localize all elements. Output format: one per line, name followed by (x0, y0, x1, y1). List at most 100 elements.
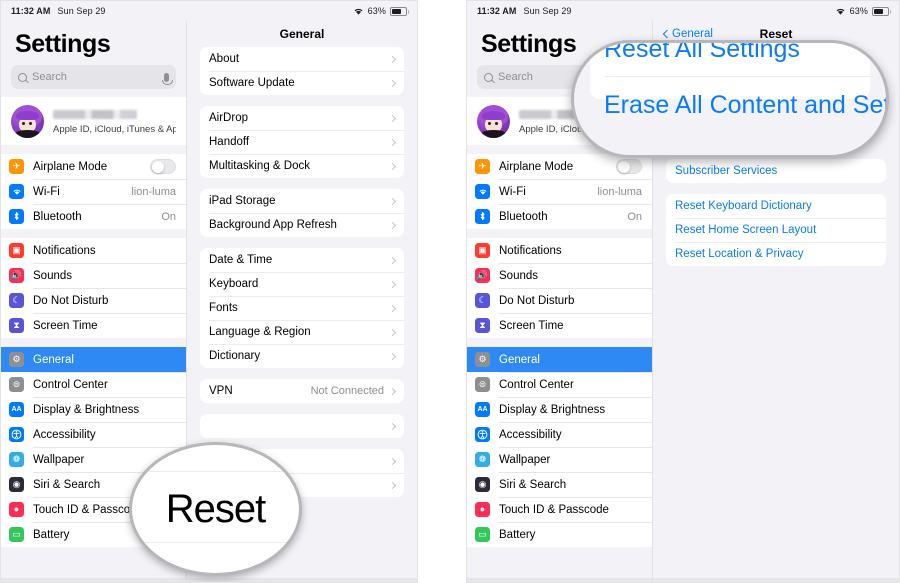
chevron-right-icon (388, 197, 397, 205)
list-item-about[interactable]: About (200, 47, 404, 71)
microphone-icon[interactable] (162, 72, 173, 85)
apple-id-account-row[interactable]: Apple ID, iCloud, iTunes & App St... (1, 97, 186, 145)
list-item-subscriber-services[interactable]: Subscriber Services (666, 159, 886, 183)
sidebar-group: ✈ Airplane Mode Wi-Fi lion-luma Bluetoot… (1, 154, 186, 229)
bluetooth-state-value: On (161, 210, 176, 223)
sidebar-group: ⚙ General ⊜ Control Center AA Display & … (467, 347, 652, 547)
chevron-right-icon (388, 457, 397, 465)
scrollbar[interactable] (187, 578, 417, 582)
sidebar-item-display-brightness[interactable]: AA Display & Brightness (1, 397, 186, 422)
list-item-vpn[interactable]: VPN Not Connected (200, 379, 404, 403)
list-item-label: Language & Region (209, 326, 311, 338)
sidebar-item-display-brightness[interactable]: AA Display & Brightness (467, 397, 652, 422)
sidebar-item-notifications[interactable]: ▣ Notifications (467, 238, 652, 263)
sidebar-item-accessibility[interactable]: Accessibility (1, 422, 186, 447)
list-item-label: Reset Home Screen Layout (675, 224, 817, 236)
sidebar-item-screen-time[interactable]: ⧗ Screen Time (467, 313, 652, 338)
chevron-right-icon (388, 55, 397, 63)
list-item-label: About (209, 53, 240, 65)
status-bar-right: 11:32 AM Sun Sep 29 63% (467, 1, 899, 21)
list-item-language-region[interactable]: Language & Region (200, 320, 404, 344)
list-item-multitasking-dock[interactable]: Multitasking & Dock (200, 154, 404, 178)
sidebar-item-screen-time[interactable]: ⧗ Screen Time (1, 313, 186, 338)
list-item-reset-home-screen-layout[interactable]: Reset Home Screen Layout (666, 218, 886, 242)
sidebar-item-notifications[interactable]: ▣ Notifications (1, 238, 186, 263)
chevron-right-icon (388, 352, 397, 360)
sidebar-item-bluetooth[interactable]: Bluetooth On (467, 204, 652, 229)
sidebar-item-label: Control Center (33, 378, 108, 391)
list-item-label: AirDrop (209, 112, 248, 124)
account-subtitle: Apple ID, iCloud, iTunes & App St... (53, 123, 176, 135)
list-item-airdrop[interactable]: AirDrop (200, 106, 404, 130)
list-item-software-update[interactable]: Software Update (200, 71, 404, 95)
list-item-dictionary[interactable]: Dictionary (200, 344, 404, 368)
sidebar-item-airplane-mode[interactable]: ✈ Airplane Mode (1, 154, 186, 179)
scrollbar[interactable] (653, 578, 899, 582)
sidebar-item-do-not-disturb[interactable]: ☾ Do Not Disturb (1, 288, 186, 313)
chevron-right-icon (388, 481, 397, 489)
sidebar-item-wifi[interactable]: Wi-Fi lion-luma (1, 179, 186, 204)
touch-id-passcode-icon: ● (9, 502, 24, 517)
magnified-erase-all-content[interactable]: Erase All Content and Settings (590, 77, 886, 120)
list-item-obscured[interactable] (200, 414, 404, 438)
sounds-icon: 🔊 (475, 268, 490, 283)
control-center-icon: ⊜ (9, 377, 24, 392)
general-list: About Software Update AirDrop Handoff Mu… (187, 47, 417, 497)
sidebar-item-general[interactable]: ⚙ General (467, 347, 652, 372)
battery-icon (872, 6, 891, 16)
sidebar-item-wifi[interactable]: Wi-Fi lion-luma (467, 179, 652, 204)
list-item-fonts[interactable]: Fonts (200, 296, 404, 320)
screen-time-icon: ⧗ (475, 318, 490, 333)
sidebar-item-accessibility[interactable]: Accessibility (467, 422, 652, 447)
list-item-date-time[interactable]: Date & Time (200, 248, 404, 272)
list-item-reset-location-privacy[interactable]: Reset Location & Privacy (666, 242, 886, 266)
status-date: Sun Sep 29 (57, 6, 106, 16)
sidebar-item-do-not-disturb[interactable]: ☾ Do Not Disturb (467, 288, 652, 313)
search-icon (484, 72, 493, 82)
sidebar-item-label: Wi-Fi (33, 185, 60, 198)
chevron-right-icon (388, 422, 397, 430)
back-button[interactable]: General (662, 28, 713, 40)
status-date: Sun Sep 29 (523, 6, 572, 16)
list-item-label: Dictionary (209, 350, 261, 362)
sidebar-item-siri-search[interactable]: ◉ Siri & Search (467, 472, 652, 497)
search-input[interactable]: Search (11, 65, 176, 89)
list-item-handoff[interactable]: Handoff (200, 130, 404, 154)
status-bar-left: 11:32 AM Sun Sep 29 63% (1, 1, 417, 21)
list-item-ipad-storage[interactable]: iPad Storage (200, 189, 404, 213)
list-item-label: Background App Refresh (209, 219, 337, 231)
ipad-screenshot-right: 11:32 AM Sun Sep 29 63% Settings Search (466, 0, 900, 583)
airplane-icon: ✈ (9, 159, 24, 174)
bluetooth-state-value: On (627, 210, 642, 223)
list-item-reset-keyboard-dictionary[interactable]: Reset Keyboard Dictionary (666, 194, 886, 218)
wifi-network-value: lion-luma (597, 185, 642, 198)
airplane-mode-toggle[interactable] (616, 159, 642, 174)
siri-search-icon: ◉ (475, 477, 490, 492)
magnified-reset-all-settings[interactable]: Reset All Settings (590, 43, 870, 64)
sidebar-item-label: Display & Brightness (33, 403, 140, 416)
chevron-right-icon (388, 304, 397, 312)
sidebar-item-wallpaper[interactable]: ❁ Wallpaper (467, 447, 652, 472)
list-item-keyboard[interactable]: Keyboard (200, 272, 404, 296)
sidebar-item-sounds[interactable]: 🔊 Sounds (467, 263, 652, 288)
sidebar-item-touch-id-passcode[interactable]: ● Touch ID & Passcode (467, 497, 652, 522)
list-group: VPN Not Connected (200, 379, 404, 403)
battery-icon: ▭ (475, 527, 490, 542)
list-item-background-app-refresh[interactable]: Background App Refresh (200, 213, 404, 237)
bluetooth-icon (475, 209, 490, 224)
sidebar-item-label: Siri & Search (499, 478, 567, 491)
sidebar-item-control-center[interactable]: ⊜ Control Center (467, 372, 652, 397)
sidebar-item-battery[interactable]: ▭ Battery (467, 522, 652, 547)
ipad-screenshot-left: 11:32 AM Sun Sep 29 63% Settings Search (0, 0, 418, 583)
sidebar-item-bluetooth[interactable]: Bluetooth On (1, 204, 186, 229)
airplane-icon: ✈ (475, 159, 490, 174)
list-group: Reset Keyboard Dictionary Reset Home Scr… (666, 194, 886, 266)
airplane-mode-toggle[interactable] (150, 159, 176, 174)
sidebar-item-sounds[interactable]: 🔊 Sounds (1, 263, 186, 288)
wifi-icon (354, 8, 363, 15)
scrollbar[interactable] (1, 578, 186, 582)
sidebar-item-general[interactable]: ⚙ General (1, 347, 186, 372)
general-icon: ⚙ (9, 352, 24, 367)
scrollbar[interactable] (467, 578, 652, 582)
sidebar-item-control-center[interactable]: ⊜ Control Center (1, 372, 186, 397)
